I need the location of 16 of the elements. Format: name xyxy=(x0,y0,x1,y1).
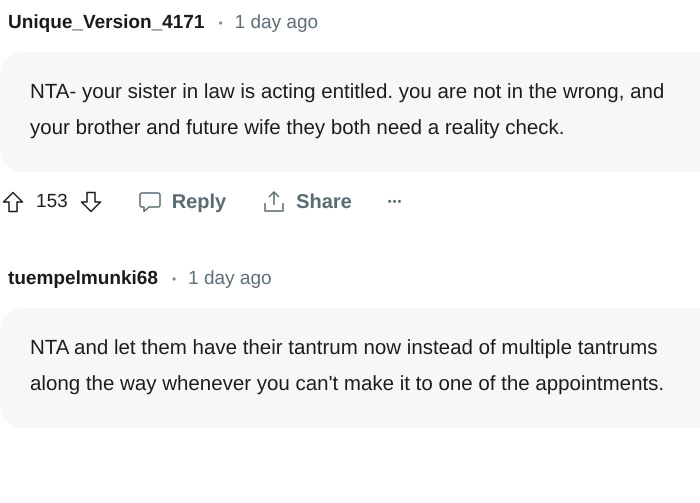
share-button[interactable]: Share xyxy=(262,190,352,214)
separator-dot: • xyxy=(172,272,176,286)
more-options-button[interactable]: ••• xyxy=(388,196,402,208)
share-icon xyxy=(262,190,286,214)
username[interactable]: tuempelmunki68 xyxy=(8,268,158,290)
timestamp: 1 day ago xyxy=(234,12,318,34)
comment-text: NTA- your sister in law is acting entitled. you are not in the wrong, and your brother and future wife they both need a reality check. xyxy=(0,52,700,172)
username[interactable]: Unique_Version_4171 xyxy=(8,12,204,34)
downvote-arrow-icon[interactable] xyxy=(80,191,102,213)
speech-bubble-icon xyxy=(138,190,162,214)
timestamp: 1 day ago xyxy=(188,268,272,290)
separator-dot: • xyxy=(218,16,223,30)
upvote-arrow-icon[interactable] xyxy=(2,191,24,213)
comment-text: NTA and let them have their tantrum now instead of multiple tantrums along the way whenever you can't make it to one of the appointments. xyxy=(0,308,700,428)
vote-count: 153 xyxy=(36,191,68,213)
reply-button[interactable]: Reply xyxy=(138,190,226,214)
